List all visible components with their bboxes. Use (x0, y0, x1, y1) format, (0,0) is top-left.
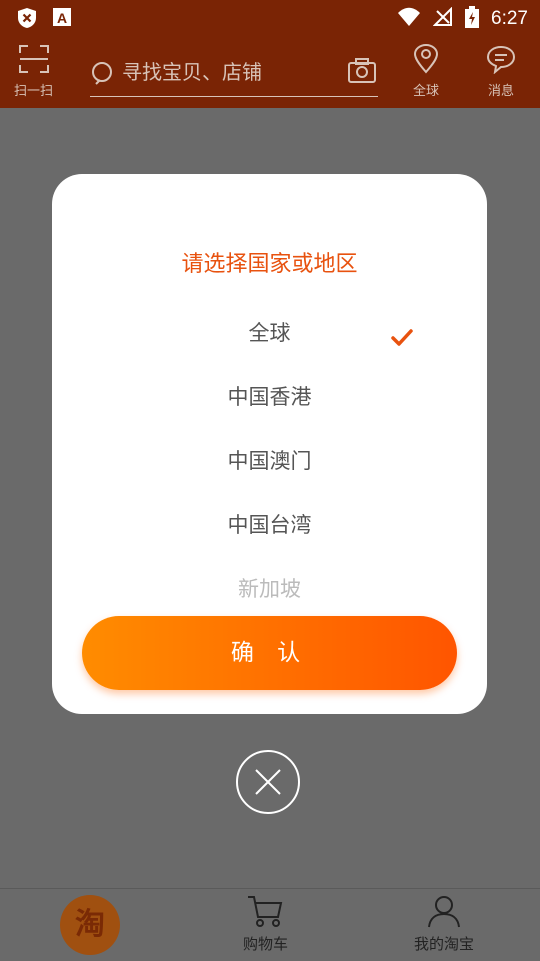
shopping-cart-icon (246, 893, 286, 933)
region-option-label: 中国台湾 (227, 513, 312, 537)
region-option-global[interactable]: 全球 (52, 313, 487, 353)
region-option-label: 新加坡 (238, 577, 301, 601)
close-icon (254, 768, 282, 800)
region-option-label: 全球 (248, 321, 291, 345)
region-option-label: 中国澳门 (227, 449, 312, 473)
region-option-hongkong[interactable]: 中国香港 (52, 377, 487, 417)
nav-my-taobao-label: 我的淘宝 (414, 935, 475, 953)
messages-label: 消息 (487, 84, 514, 99)
search-bar[interactable] (90, 52, 378, 97)
no-signal-icon (432, 6, 453, 31)
dialog-title: 请选择国家或地区 (181, 252, 358, 277)
user-profile-icon (426, 893, 462, 933)
top-bar: 扫一扫 全球 消息 (0, 36, 540, 108)
app-a-icon: A (52, 7, 72, 33)
status-bar: A 6:27 (0, 0, 540, 36)
svg-text:A: A (57, 10, 67, 26)
search-icon (90, 60, 118, 92)
clock-time: 6:27 (491, 8, 528, 29)
camera-icon[interactable] (348, 58, 376, 88)
confirm-button[interactable]: 确 认 (82, 616, 457, 690)
close-dialog-button[interactable] (236, 750, 300, 814)
location-pin-icon (412, 44, 440, 78)
wifi-icon (397, 6, 421, 32)
scan-icon (18, 44, 50, 78)
nav-cart-label: 购物车 (243, 935, 289, 953)
region-option-taiwan[interactable]: 中国台湾 (52, 505, 487, 545)
messages-button[interactable]: 消息 (486, 44, 516, 99)
shield-x-icon (16, 7, 38, 33)
region-option-macau[interactable]: 中国澳门 (52, 441, 487, 481)
region-option-label: 中国香港 (227, 385, 312, 409)
region-option-singapore[interactable]: 新加坡 (52, 569, 487, 609)
scan-label: 扫一扫 (14, 84, 54, 99)
battery-icon (465, 6, 480, 32)
checkmark-icon (391, 321, 413, 361)
taobao-home-logo[interactable]: 淘 (60, 895, 120, 955)
location-label: 全球 (412, 84, 439, 99)
bottom-nav: 淘 购物车 我的淘宝 (0, 888, 540, 961)
message-bubble-icon (486, 44, 516, 78)
scan-button[interactable]: 扫一扫 (14, 44, 53, 99)
nav-cart[interactable]: 购物车 (243, 893, 288, 954)
location-button[interactable]: 全球 (412, 44, 440, 99)
region-select-dialog: 请选择国家或地区 全球 中国香港 中国澳门 中国台湾 新加坡 确 认 (52, 174, 487, 714)
search-input[interactable] (122, 56, 332, 88)
nav-my-taobao[interactable]: 我的淘宝 (414, 893, 474, 954)
